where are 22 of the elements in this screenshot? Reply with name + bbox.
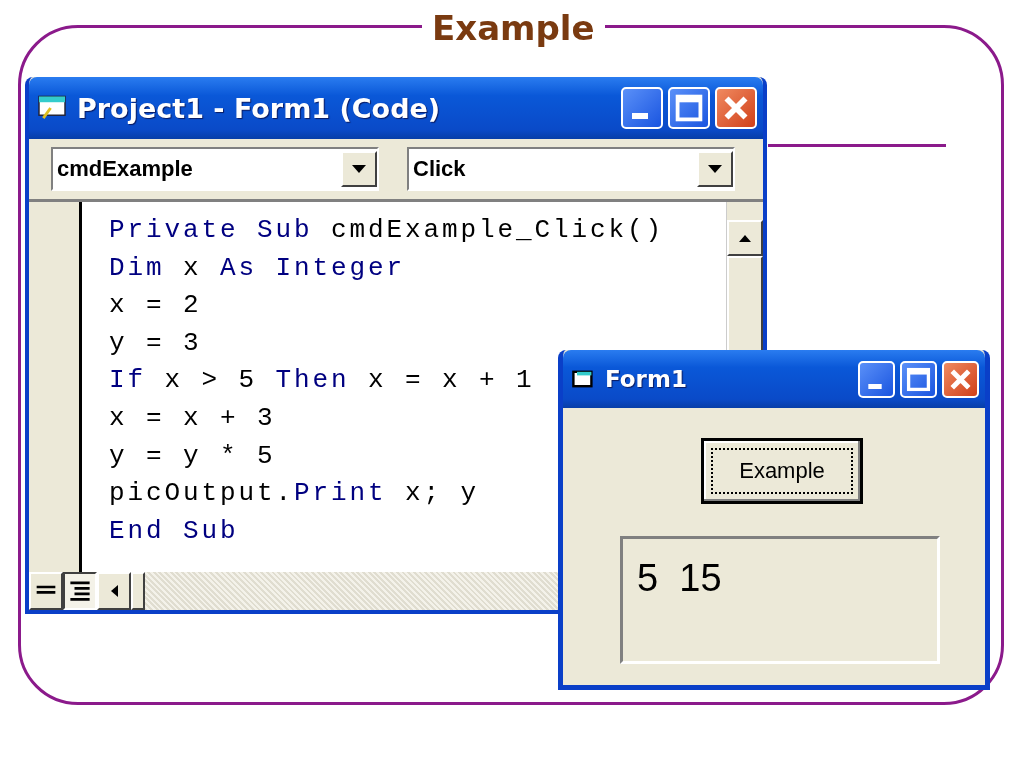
minimize-icon [632, 113, 648, 119]
code-window-icon [37, 95, 67, 121]
close-button[interactable] [715, 87, 757, 129]
full-module-view-button[interactable] [63, 572, 97, 610]
close-button[interactable] [942, 360, 979, 398]
example-button[interactable]: Example [701, 438, 863, 504]
form-icon [571, 368, 595, 390]
minimize-icon [868, 383, 882, 389]
maximize-button[interactable] [668, 87, 710, 129]
minimize-button[interactable] [621, 87, 663, 129]
scroll-left-button[interactable] [97, 572, 131, 610]
procedure-view-button[interactable] [29, 572, 63, 610]
output-text: 5 15 [637, 557, 722, 599]
scroll-up-button[interactable] [727, 220, 763, 256]
maximize-button[interactable] [900, 360, 937, 398]
procedure-dropdown[interactable]: Click [407, 147, 735, 191]
object-dropdown[interactable]: cmdExample [51, 147, 379, 191]
scroll-thumb[interactable] [131, 572, 145, 610]
minimize-button[interactable] [858, 360, 895, 398]
window-title: Form1 [605, 366, 688, 392]
window-title: Project1 - Form1 (Code) [77, 92, 442, 124]
lines-icon [69, 581, 91, 601]
